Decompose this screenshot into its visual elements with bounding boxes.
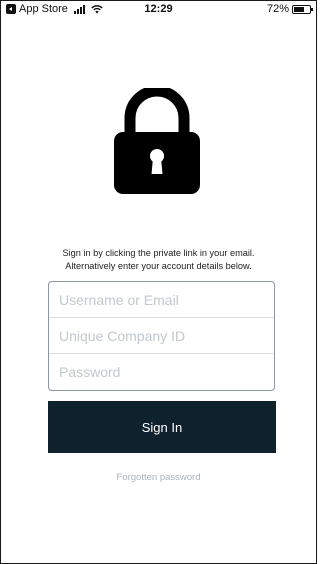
instructions-line-1: Sign in by clicking the private link in … — [62, 248, 255, 258]
lock-icon — [112, 85, 202, 196]
forgotten-password-link[interactable]: Forgotten password — [0, 472, 317, 483]
password-input[interactable] — [49, 354, 274, 390]
password-field-row — [49, 354, 274, 390]
status-bar: App Store 12:29 72% — [0, 0, 317, 20]
company-id-input[interactable] — [49, 318, 274, 353]
signin-instructions: Sign in by clicking the private link in … — [0, 247, 317, 273]
battery-icon — [292, 4, 313, 14]
sign-in-button[interactable]: Sign In — [48, 401, 276, 453]
username-input[interactable] — [49, 282, 274, 317]
login-fields — [48, 281, 275, 391]
username-field-row — [49, 282, 274, 318]
status-right: 72% — [266, 3, 313, 15]
battery-percent: 72% — [266, 3, 289, 15]
battery-fill — [294, 6, 305, 12]
instructions-line-2: Alternatively enter your account details… — [65, 261, 252, 271]
company-field-row — [49, 318, 274, 354]
sign-in-label: Sign In — [141, 419, 183, 435]
